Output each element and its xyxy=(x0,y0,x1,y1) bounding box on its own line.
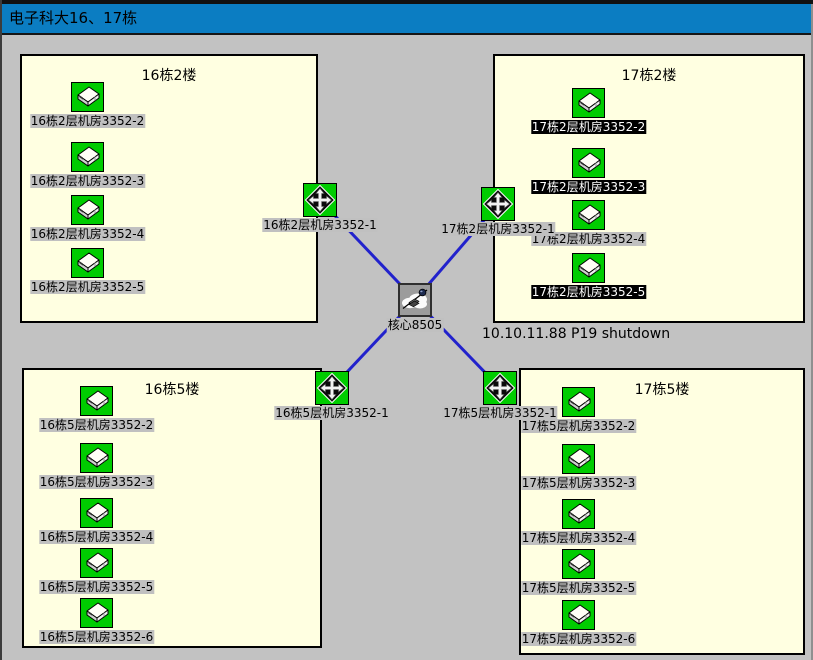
switch-icon xyxy=(80,386,113,416)
hub-node[interactable]: 17栋5层机房3352-1 xyxy=(483,371,517,405)
switch-icon xyxy=(80,598,113,628)
map-canvas[interactable]: 16栋2楼 17栋2楼 16栋5楼 17栋5楼 10.10.11.88 P19 … xyxy=(0,35,813,660)
device-node[interactable]: 17栋5层机房3352-5 xyxy=(562,549,595,579)
alarm-annotation: 10.10.11.88 P19 shutdown xyxy=(482,326,670,342)
device-node[interactable]: 16栋5层机房3352-5 xyxy=(80,548,113,578)
switch-icon xyxy=(572,148,605,178)
window-frame-left xyxy=(0,0,2,660)
switch-icon xyxy=(71,248,104,278)
router-hub-icon xyxy=(483,371,517,405)
device-node[interactable]: 16栋5层机房3352-3 xyxy=(80,443,113,473)
router-hub-icon xyxy=(315,371,349,405)
switch-icon xyxy=(562,499,595,529)
group-title-17f2: 17栋2楼 xyxy=(495,65,803,85)
device-node[interactable]: 17栋2层机房3352-3 xyxy=(572,148,605,178)
device-label: 16栋5层机房3352-4 xyxy=(39,530,154,544)
group-title-16f2: 16栋2楼 xyxy=(22,65,316,85)
switch-icon xyxy=(572,88,605,118)
device-node[interactable]: 17栋2层机房3352-2 xyxy=(572,88,605,118)
hub-node[interactable]: 16栋5层机房3352-1 xyxy=(315,371,349,405)
device-node[interactable]: 17栋2层机房3352-5 xyxy=(572,253,605,283)
device-node[interactable]: 16栋5层机房3352-2 xyxy=(80,386,113,416)
app-window: 电子科大16、17栋 16栋2楼 17栋2楼 16栋5楼 17栋5楼 10.10… xyxy=(0,0,813,660)
switch-icon xyxy=(562,444,595,474)
group-title-16f5: 16栋5楼 xyxy=(24,379,320,399)
device-label: 17栋2层机房3352-2 xyxy=(531,120,646,134)
device-label: 17栋5层机房3352-6 xyxy=(521,632,636,646)
window-title: 电子科大16、17栋 xyxy=(9,9,137,27)
device-label: 17栋5层机房3352-4 xyxy=(521,531,636,545)
device-label: 17栋5层机房3352-5 xyxy=(521,581,636,595)
switch-icon xyxy=(71,82,104,112)
device-node[interactable]: 16栋2层机房3352-2 xyxy=(71,82,104,112)
device-label: 16栋5层机房3352-5 xyxy=(39,580,154,594)
device-node[interactable]: 16栋5层机房3352-4 xyxy=(80,498,113,528)
device-node[interactable]: 16栋2层机房3352-5 xyxy=(71,248,104,278)
device-label: 16栋5层机房3352-3 xyxy=(39,475,154,489)
network-cloud-icon xyxy=(398,283,432,317)
device-label: 16栋2层机房3352-3 xyxy=(30,174,145,188)
router-hub-icon xyxy=(303,183,337,217)
device-node[interactable]: 16栋5层机房3352-6 xyxy=(80,598,113,628)
switch-icon xyxy=(80,498,113,528)
device-label: 16栋2层机房3352-2 xyxy=(30,114,145,128)
switch-icon xyxy=(572,200,605,230)
core-label: 核心8505 xyxy=(387,318,444,332)
hub-node[interactable]: 16栋2层机房3352-1 xyxy=(303,183,337,217)
title-bar[interactable]: 电子科大16、17栋 xyxy=(2,4,813,33)
hub-label: 17栋5层机房3352-1 xyxy=(442,406,557,420)
switch-icon xyxy=(80,443,113,473)
device-node[interactable]: 17栋5层机房3352-6 xyxy=(562,600,595,630)
hub-label: 16栋5层机房3352-1 xyxy=(274,406,389,420)
router-hub-icon xyxy=(481,187,515,221)
device-label: 16栋5层机房3352-6 xyxy=(39,630,154,644)
hub-label: 17栋2层机房3352-1 xyxy=(440,222,555,236)
device-label: 16栋2层机房3352-5 xyxy=(30,280,145,294)
device-label: 16栋2层机房3352-4 xyxy=(30,227,145,241)
device-node[interactable]: 16栋2层机房3352-3 xyxy=(71,142,104,172)
core-node[interactable]: 核心8505 xyxy=(398,283,432,317)
device-label: 16栋5层机房3352-2 xyxy=(39,418,154,432)
device-node[interactable]: 17栋2层机房3352-4 xyxy=(572,200,605,230)
device-node[interactable]: 17栋5层机房3352-2 xyxy=(562,387,595,417)
switch-icon xyxy=(562,600,595,630)
device-node[interactable]: 17栋5层机房3352-4 xyxy=(562,499,595,529)
device-node[interactable]: 17栋5层机房3352-3 xyxy=(562,444,595,474)
switch-icon xyxy=(572,253,605,283)
switch-icon xyxy=(71,142,104,172)
device-label: 17栋2层机房3352-3 xyxy=(531,180,646,194)
device-label: 17栋2层机房3352-5 xyxy=(531,285,646,299)
switch-icon xyxy=(562,549,595,579)
switch-icon xyxy=(562,387,595,417)
hub-node[interactable]: 17栋2层机房3352-1 xyxy=(481,187,515,221)
device-label: 17栋5层机房3352-2 xyxy=(521,419,636,433)
device-label: 17栋5层机房3352-3 xyxy=(521,476,636,490)
switch-icon xyxy=(71,195,104,225)
device-node[interactable]: 16栋2层机房3352-4 xyxy=(71,195,104,225)
switch-icon xyxy=(80,548,113,578)
hub-label: 16栋2层机房3352-1 xyxy=(262,218,377,232)
